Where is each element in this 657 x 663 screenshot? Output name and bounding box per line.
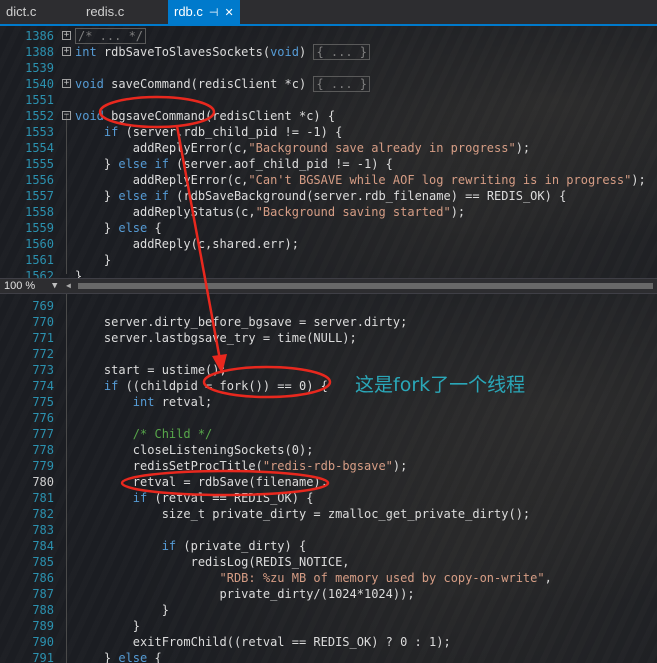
- annotation-arrow-line: [175, 125, 222, 361]
- highlight-ellipse-fork: [202, 365, 332, 399]
- annotation-overlay: [98, 95, 332, 497]
- highlight-ellipse-bgsavecommand: [98, 95, 216, 129]
- highlight-ellipse-rdbsave: [120, 469, 330, 497]
